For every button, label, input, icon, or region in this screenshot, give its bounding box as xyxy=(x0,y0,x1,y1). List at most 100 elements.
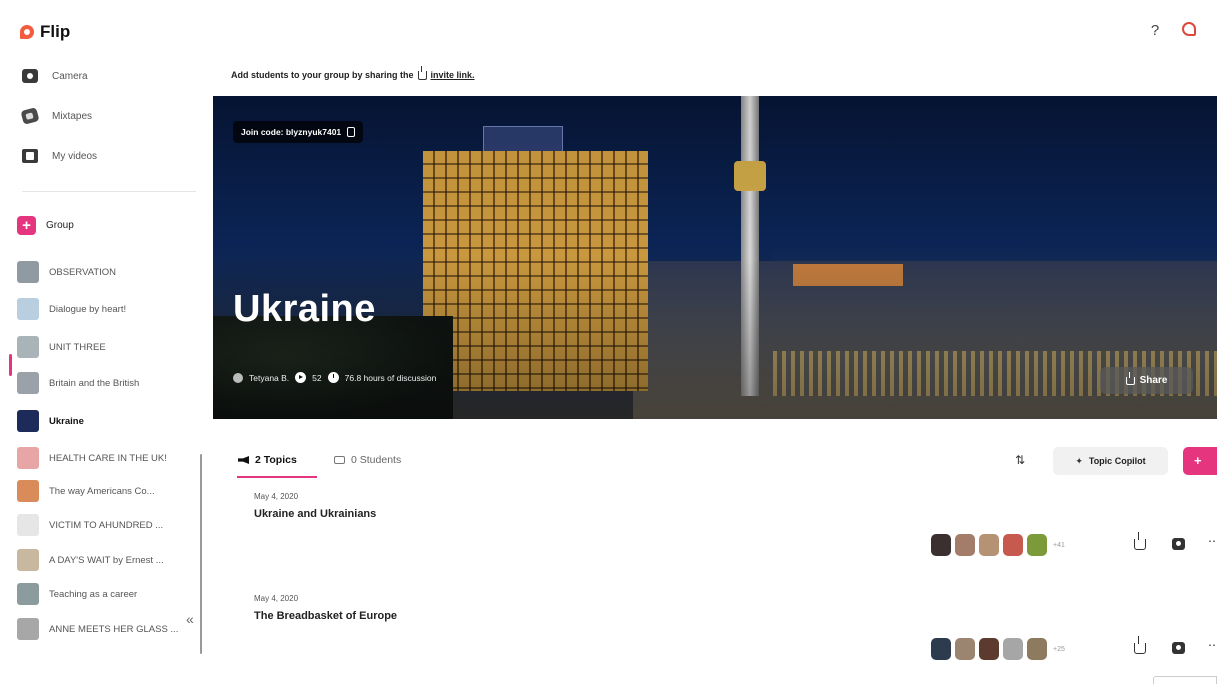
active-tab-underline xyxy=(237,476,317,478)
owner-avatar xyxy=(233,372,243,383)
invite-text: Add students to your group by sharing th… xyxy=(231,70,414,80)
group-label: Dialogue by heart! xyxy=(49,303,127,315)
more-responses-count: +41 xyxy=(1053,541,1065,549)
tab-label: 0 Students xyxy=(351,454,402,466)
more-responses-count: +25 xyxy=(1053,645,1065,653)
sidebar-item-label: Mixtapes xyxy=(52,110,93,122)
corner-tab[interactable] xyxy=(1153,676,1217,684)
sidebar-group-health-care[interactable]: HEALTH CARE IN THE UK! xyxy=(17,447,202,469)
group-label: ANNE MEETS HER GLASS ... xyxy=(49,623,179,635)
mixtape-icon xyxy=(20,107,40,125)
share-link-icon xyxy=(417,65,427,80)
response-avatar xyxy=(1027,638,1047,660)
sidebar-group-americans[interactable]: The way Americans Co... xyxy=(17,480,202,502)
students-icon xyxy=(334,456,345,464)
response-avatar xyxy=(1027,534,1047,556)
add-group-label: Group xyxy=(46,220,74,231)
topic-title[interactable]: Ukraine and Ukrainians xyxy=(254,508,376,520)
group-thumbnail xyxy=(17,261,39,283)
topic-copilot-button[interactable]: ✦ Topic Copilot xyxy=(1053,447,1168,475)
group-label: VICTIM TO AHUNDRED ... xyxy=(49,519,164,531)
group-thumbnail xyxy=(17,618,39,640)
group-label: Teaching as a career xyxy=(49,588,138,600)
tab-topics[interactable]: 2 Topics xyxy=(238,454,297,466)
flip-logo-icon xyxy=(20,25,34,39)
group-label: HEALTH CARE IN THE UK! xyxy=(49,452,167,464)
sidebar-scrollbar[interactable] xyxy=(200,454,202,654)
sidebar-group-ukraine[interactable]: Ukraine xyxy=(17,410,202,432)
group-label: The way Americans Co... xyxy=(49,485,155,497)
join-code-badge[interactable]: Join code: blyznyuk7401 xyxy=(233,121,364,143)
topic-row[interactable]: May 4, 2020 Ukraine and Ukrainians +41 ⋯ xyxy=(254,492,1217,556)
response-avatar xyxy=(1003,638,1023,660)
discussion-hours: 76.8 hours of discussion xyxy=(344,372,437,383)
response-avatar xyxy=(931,534,951,556)
sidebar-item-label: My videos xyxy=(52,150,98,162)
response-avatar xyxy=(931,638,951,660)
flip-logo[interactable]: Flip xyxy=(20,22,70,42)
copy-icon[interactable] xyxy=(347,127,356,137)
response-avatars[interactable]: +41 xyxy=(931,534,1065,556)
camera-icon xyxy=(22,69,38,83)
group-cover-image xyxy=(213,96,1217,419)
notifications-icon[interactable] xyxy=(1182,22,1196,36)
group-label: Britain and the British xyxy=(49,377,140,389)
add-group-button[interactable]: + Group xyxy=(17,216,74,235)
sidebar: Camera Mixtapes My videos + Group OBSERV… xyxy=(0,56,210,684)
more-options-icon[interactable]: ⋯ xyxy=(1208,638,1217,652)
copilot-label: Topic Copilot xyxy=(1088,456,1146,466)
sidebar-group-dialogue[interactable]: Dialogue by heart! xyxy=(17,298,202,320)
sidebar-group-days-wait[interactable]: A DAY'S WAIT by Ernest ... xyxy=(17,549,202,571)
group-label: A DAY'S WAIT by Ernest ... xyxy=(49,554,164,566)
collapse-sidebar-icon[interactable]: « xyxy=(186,611,194,627)
topic-title[interactable]: The Breadbasket of Europe xyxy=(254,610,397,622)
top-bar: Flip ? xyxy=(0,0,1217,56)
help-icon[interactable]: ? xyxy=(1148,22,1162,39)
group-thumbnail xyxy=(17,480,39,502)
group-label: UNIT THREE xyxy=(49,341,106,353)
owner-name: Tetyana B. xyxy=(249,372,290,383)
sidebar-divider xyxy=(22,191,196,192)
group-thumbnail xyxy=(17,583,39,605)
sort-icon[interactable]: ⇅ xyxy=(1015,453,1025,467)
share-button[interactable]: Share xyxy=(1100,367,1193,394)
sidebar-group-britain[interactable]: Britain and the British xyxy=(17,372,202,394)
response-avatars[interactable]: +25 xyxy=(931,638,1065,660)
invite-link[interactable]: invite link. xyxy=(431,70,475,80)
more-options-icon[interactable]: ⋯ xyxy=(1208,534,1217,548)
megaphone-icon xyxy=(238,456,249,464)
sidebar-item-mixtapes[interactable]: Mixtapes xyxy=(20,106,93,126)
plus-icon: + xyxy=(17,216,36,235)
tab-students[interactable]: 0 Students xyxy=(334,454,401,466)
tab-label: 2 Topics xyxy=(255,454,297,466)
group-thumbnail xyxy=(17,336,39,358)
video-icon xyxy=(22,149,38,163)
record-response-icon[interactable] xyxy=(1172,538,1185,550)
share-topic-icon[interactable] xyxy=(1134,532,1146,550)
record-response-icon[interactable] xyxy=(1172,642,1185,654)
share-topic-icon[interactable] xyxy=(1134,636,1146,654)
sidebar-group-unit-three[interactable]: UNIT THREE xyxy=(17,336,202,358)
group-thumbnail xyxy=(17,298,39,320)
response-avatar xyxy=(979,638,999,660)
sparkle-icon: ✦ xyxy=(1075,455,1083,466)
sidebar-group-teaching[interactable]: Teaching as a career xyxy=(17,583,202,605)
group-label: Ukraine xyxy=(49,415,84,427)
topic-row[interactable]: May 4, 2020 The Breadbasket of Europe +2… xyxy=(254,594,1217,660)
add-topic-button[interactable]: + xyxy=(1183,447,1217,475)
response-avatar xyxy=(955,638,975,660)
sidebar-group-observation[interactable]: OBSERVATION xyxy=(17,261,202,283)
sidebar-item-camera[interactable]: Camera xyxy=(22,66,88,86)
group-thumbnail xyxy=(17,447,39,469)
group-thumbnail xyxy=(17,514,39,536)
active-indicator xyxy=(9,354,12,376)
sidebar-item-label: Camera xyxy=(52,70,88,82)
sidebar-item-my-videos[interactable]: My videos xyxy=(22,146,97,166)
response-avatar xyxy=(955,534,975,556)
invite-banner: Add students to your group by sharing th… xyxy=(231,65,475,80)
group-label: OBSERVATION xyxy=(49,266,117,278)
sidebar-group-victim[interactable]: VICTIM TO AHUNDRED ... xyxy=(17,514,202,536)
group-thumbnail xyxy=(17,410,39,432)
topic-date: May 4, 2020 xyxy=(254,492,299,501)
sidebar-group-anne[interactable]: ANNE MEETS HER GLASS ... xyxy=(17,618,202,640)
